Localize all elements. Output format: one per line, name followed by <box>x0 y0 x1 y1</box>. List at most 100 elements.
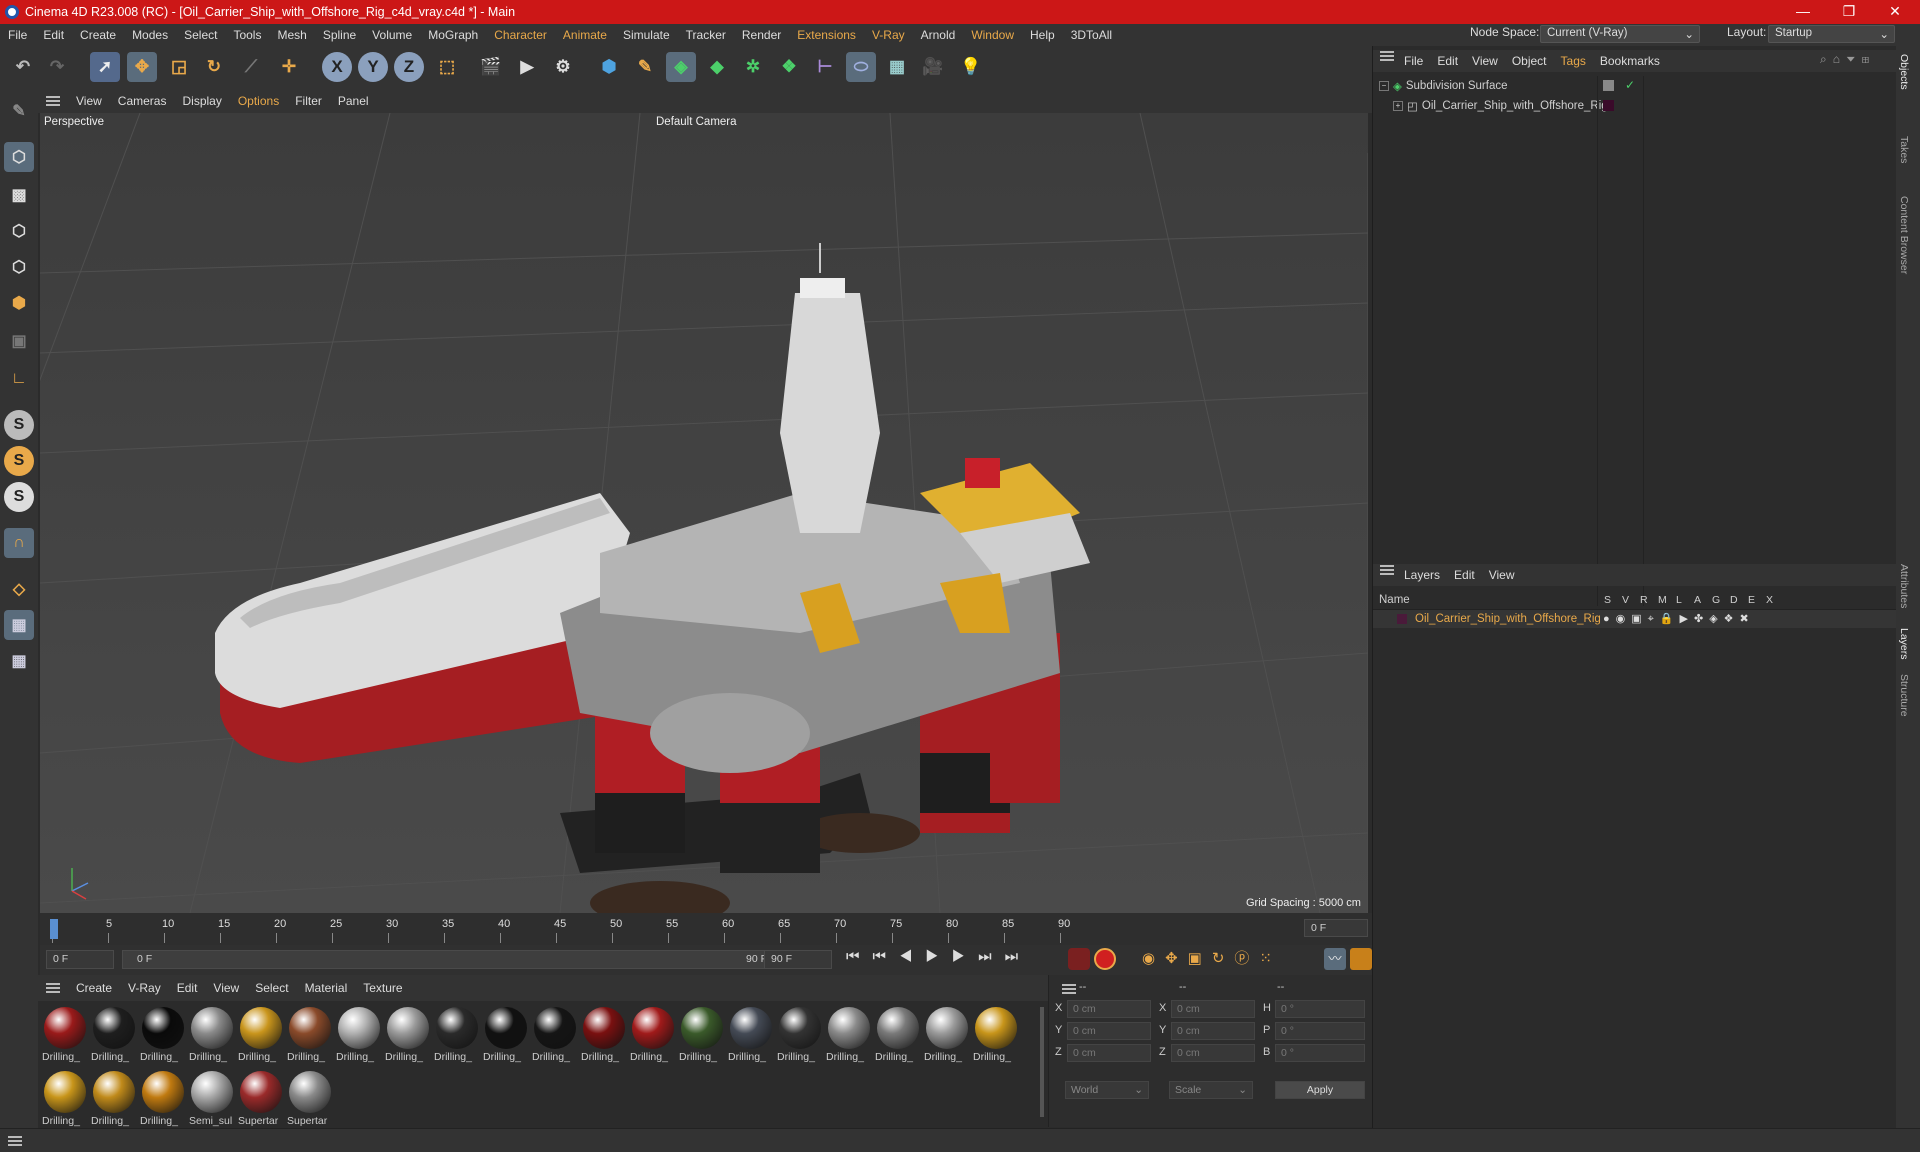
material-swatch[interactable]: Drilling_ <box>336 1005 382 1065</box>
render-settings-icon[interactable]: ⚙ <box>548 52 578 82</box>
quantize-icon[interactable]: S <box>4 482 34 512</box>
locked-workplane-icon[interactable]: ▦ <box>4 646 34 676</box>
points-mode-icon[interactable]: ⬡ <box>4 216 34 246</box>
camera-icon[interactable]: 🎥 <box>918 52 948 82</box>
dope-sheet-icon[interactable] <box>1350 948 1372 970</box>
layer-menu-view[interactable]: View <box>1482 568 1522 582</box>
menu-icon[interactable] <box>1372 560 1394 580</box>
material-swatch[interactable]: Drilling_ <box>924 1005 970 1065</box>
make-editable-icon[interactable]: ✎ <box>4 96 34 126</box>
expand-icon[interactable]: + <box>1393 101 1403 111</box>
material-swatch[interactable]: Drilling_ <box>826 1005 872 1065</box>
edges-mode-icon[interactable]: ⬡ <box>4 252 34 282</box>
viewport-menu-display[interactable]: Display <box>174 94 229 108</box>
redo-icon[interactable]: ↷ <box>42 52 72 82</box>
layer-flag-header[interactable]: V <box>1622 594 1629 606</box>
menu-simulate[interactable]: Simulate <box>615 28 678 42</box>
side-tab-structure[interactable]: Structure <box>1898 674 1910 717</box>
polygons-mode-icon[interactable]: ⬢ <box>4 288 34 318</box>
material-swatch[interactable]: Drilling_ <box>91 1005 137 1065</box>
move-icon[interactable]: ✥ <box>127 52 157 82</box>
menu-select[interactable]: Select <box>176 28 225 42</box>
material-swatch[interactable]: Drilling_ <box>875 1005 921 1065</box>
collapse-icon[interactable]: − <box>1379 81 1389 91</box>
layer-flag-header[interactable]: D <box>1730 594 1738 606</box>
playhead-handle[interactable] <box>50 919 58 939</box>
menu-icon[interactable] <box>46 983 60 993</box>
scale-dropdown[interactable]: Scale ⌄ <box>1169 1081 1253 1099</box>
coord-field[interactable]: 0 cm <box>1067 1044 1151 1062</box>
deformer-icon[interactable]: ⊢ <box>810 52 840 82</box>
material-swatch[interactable]: Drilling_ <box>777 1005 823 1065</box>
menu-v-ray[interactable]: V-Ray <box>864 28 913 42</box>
layer-menu-edit[interactable]: Edit <box>1447 568 1482 582</box>
menu-spline[interactable]: Spline <box>315 28 364 42</box>
menu-volume[interactable]: Volume <box>364 28 420 42</box>
layer-flag-icons[interactable]: ●◉▣⌖🔒▶✤◈❖✖ <box>1603 612 1755 626</box>
material-swatch[interactable]: Supertar <box>238 1069 284 1129</box>
material-swatch[interactable]: Drilling_ <box>728 1005 774 1065</box>
menu-render[interactable]: Render <box>734 28 789 42</box>
menu-icon[interactable] <box>46 95 60 106</box>
side-tab-objects[interactable]: Objects <box>1898 54 1910 90</box>
material-swatch[interactable]: Drilling_ <box>140 1005 186 1065</box>
z-axis-lock[interactable]: Z <box>394 52 424 82</box>
x-axis-lock[interactable]: X <box>322 52 352 82</box>
layer-flag-header[interactable]: L <box>1676 594 1682 606</box>
coord-field[interactable]: 0 ° <box>1275 1022 1365 1040</box>
layer-flag-header[interactable]: S <box>1604 594 1611 606</box>
cube-icon[interactable]: ⬢ <box>594 52 624 82</box>
material-swatch[interactable]: Drilling_ <box>973 1005 1019 1065</box>
restore-icon[interactable]: ❐ <box>1826 0 1872 24</box>
menu-character[interactable]: Character <box>486 28 555 42</box>
layer-flag-header[interactable]: M <box>1658 594 1667 606</box>
material-swatch[interactable]: Drilling_ <box>42 1069 88 1129</box>
rotate-icon[interactable]: ↻ <box>199 52 229 82</box>
extrude-icon[interactable]: ◆ <box>702 52 732 82</box>
magnet-icon[interactable]: ∩ <box>4 528 34 558</box>
transform-icon[interactable]: ✛ <box>274 52 304 82</box>
material-menu-create[interactable]: Create <box>68 981 120 995</box>
viewport-menu-view[interactable]: View <box>68 94 110 108</box>
menu-icon[interactable] <box>8 1136 22 1146</box>
material-swatch[interactable]: Drilling_ <box>287 1005 333 1065</box>
coord-field[interactable]: 0 cm <box>1067 1000 1151 1018</box>
world-dropdown[interactable]: World ⌄ <box>1065 1081 1149 1099</box>
viewport-menu-options[interactable]: Options <box>230 94 287 108</box>
material-swatch[interactable]: Drilling_ <box>42 1005 88 1065</box>
layer-flag-header[interactable]: X <box>1766 594 1773 606</box>
y-axis-lock[interactable]: Y <box>358 52 388 82</box>
menu-file[interactable]: File <box>0 28 35 42</box>
viewport-menu-panel[interactable]: Panel <box>330 94 377 108</box>
side-tab-layers[interactable]: Layers <box>1898 628 1910 660</box>
menu-tools[interactable]: Tools <box>225 28 269 42</box>
render-picture-viewer-icon[interactable]: ▶ <box>512 52 542 82</box>
render-view-icon[interactable]: 🎬 <box>476 52 506 82</box>
subdivision-surface-icon[interactable]: ◈ <box>666 52 696 82</box>
material-swatch[interactable]: Drilling_ <box>434 1005 480 1065</box>
coord-field[interactable]: 0 cm <box>1171 1044 1255 1062</box>
menu-icon[interactable] <box>1372 46 1394 66</box>
mograph-cloner-icon[interactable]: ✲ <box>738 52 768 82</box>
camera-label[interactable]: Default Camera <box>656 116 737 128</box>
coord-field[interactable]: 0 ° <box>1275 1000 1365 1018</box>
object-menu-object[interactable]: Object <box>1505 54 1554 68</box>
object-manager-tools[interactable]: ⌕⌂⏷⊞ <box>1820 52 1875 67</box>
timeline-end-field[interactable]: 0 F <box>1304 919 1368 937</box>
menu-animate[interactable]: Animate <box>555 28 615 42</box>
menu-window[interactable]: Window <box>963 28 1022 42</box>
object-menu-tags[interactable]: Tags <box>1554 54 1593 68</box>
material-menu-material[interactable]: Material <box>297 981 356 995</box>
close-icon[interactable]: ✕ <box>1872 0 1918 24</box>
max-frame-field[interactable]: 90 F <box>764 950 832 969</box>
node-space-dropdown[interactable]: Current (V-Ray) ⌄ <box>1540 25 1700 43</box>
material-scrollbar[interactable] <box>1040 1007 1044 1117</box>
side-tab-content-browser[interactable]: Content Browser <box>1898 196 1910 274</box>
editor-visibility-icon[interactable] <box>1603 80 1614 91</box>
workplane-icon[interactable]: ◇ <box>4 574 34 604</box>
apply-button[interactable]: Apply <box>1275 1081 1365 1099</box>
texture-mode-icon[interactable]: ▩ <box>4 180 34 210</box>
material-swatch[interactable]: Drilling_ <box>189 1005 235 1065</box>
current-frame-field[interactable]: 0 F <box>46 950 114 969</box>
coord-field[interactable]: 0 ° <box>1275 1044 1365 1062</box>
